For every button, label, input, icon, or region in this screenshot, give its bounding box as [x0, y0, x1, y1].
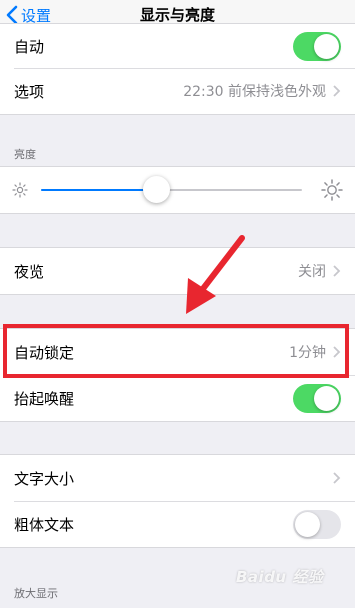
text-size-label: 文字大小	[14, 469, 75, 488]
chevron-right-icon	[333, 472, 341, 484]
page-title: 显示与亮度	[139, 6, 215, 24]
brightness-group	[0, 166, 355, 214]
brightness-header: 亮度	[14, 148, 36, 161]
night-shift-row[interactable]: 夜览 关闭	[0, 248, 355, 294]
bold-text-toggle[interactable]	[293, 509, 341, 539]
toggle-knob	[295, 511, 320, 537]
chevron-right-icon	[333, 265, 341, 277]
options-value: 22:30 前保持浅色外观	[183, 84, 326, 100]
night-shift-group: 夜览 关闭	[0, 247, 355, 295]
chevron-right-icon	[333, 85, 341, 97]
sun-large-icon	[321, 179, 343, 201]
text-group: 文字大小 粗体文本	[0, 454, 355, 548]
toggle-knob	[314, 33, 339, 59]
zoom-header: 放大显示	[14, 587, 58, 600]
night-shift-value: 关闭	[298, 264, 326, 280]
brightness-fill	[41, 189, 156, 191]
appearance-group: 自动 选项 22:30 前保持浅色外观	[0, 23, 355, 115]
raise-to-wake-toggle[interactable]	[293, 383, 341, 413]
automatic-label: 自动	[14, 37, 45, 56]
night-shift-label: 夜览	[14, 262, 45, 281]
automatic-row: 自动	[0, 24, 355, 68]
red-arrow-icon	[186, 235, 245, 314]
raise-to-wake-label: 抬起唤醒	[14, 389, 75, 408]
watermark: Baidu 经验	[236, 568, 324, 586]
toggle-knob	[314, 385, 339, 411]
options-row[interactable]: 选项 22:30 前保持浅色外观	[0, 68, 355, 114]
options-label: 选项	[14, 82, 45, 101]
brightness-thumb[interactable]	[143, 176, 170, 203]
sun-small-icon	[12, 182, 28, 198]
bold-text-row: 粗体文本	[0, 501, 355, 547]
brightness-track[interactable]	[41, 176, 302, 203]
brightness-slider-row	[0, 167, 355, 213]
bold-text-label: 粗体文本	[14, 515, 75, 534]
text-size-row[interactable]: 文字大小	[0, 455, 355, 501]
highlight-box	[3, 324, 349, 378]
automatic-toggle[interactable]	[293, 31, 341, 61]
raise-to-wake-row: 抬起唤醒	[0, 375, 355, 421]
